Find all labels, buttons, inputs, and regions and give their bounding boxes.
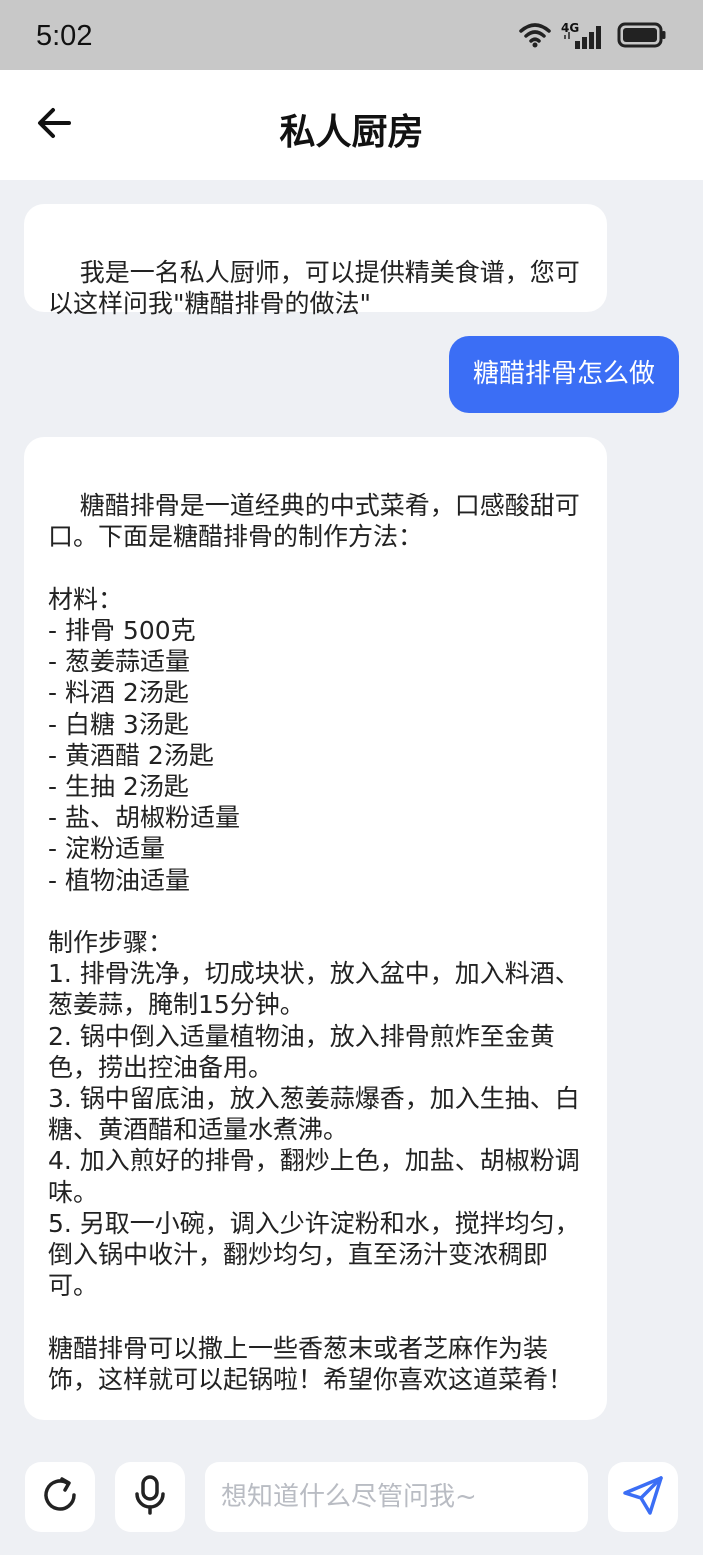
signal-icon: 4G [561, 21, 607, 51]
microphone-icon [130, 1473, 170, 1521]
user-message-text: 糖醋排骨怎么做 [472, 359, 655, 389]
wifi-icon [519, 22, 551, 52]
send-icon [621, 1473, 665, 1521]
status-icons: 4G [519, 21, 667, 52]
send-button[interactable] [608, 1462, 678, 1532]
refresh-icon [38, 1473, 82, 1521]
status-time: 5:02 [36, 20, 93, 52]
assistant-message-bubble: 糖醋排骨是一道经典的中式菜肴，口感酸甜可口。下面是糖醋排骨的制作方法： 材料： … [24, 437, 607, 1420]
chat-message-list[interactable]: 我是一名私人厨师，可以提供精美食谱，您可以这样问我"糖醋排骨的做法" 糖醋排骨怎… [0, 180, 703, 1450]
app-header: 私人厨房 [0, 70, 703, 180]
refresh-button[interactable] [25, 1462, 95, 1532]
message-input[interactable] [205, 1462, 588, 1532]
assistant-message-bubble: 我是一名私人厨师，可以提供精美食谱，您可以这样问我"糖醋排骨的做法" [24, 204, 607, 318]
battery-icon [617, 22, 667, 52]
input-bar [0, 1450, 703, 1555]
page-title: 私人厨房 [279, 112, 424, 153]
assistant-message-text: 糖醋排骨是一道经典的中式菜肴，口感酸甜可口。下面是糖醋排骨的制作方法： 材料： … [48, 491, 580, 1394]
user-message-bubble: 糖醋排骨怎么做 [448, 336, 679, 413]
assistant-message-text: 我是一名私人厨师，可以提供精美食谱，您可以这样问我"糖醋排骨的做法" [48, 258, 580, 319]
voice-input-button[interactable] [115, 1462, 185, 1532]
status-bar: 5:02 4G [0, 0, 703, 70]
